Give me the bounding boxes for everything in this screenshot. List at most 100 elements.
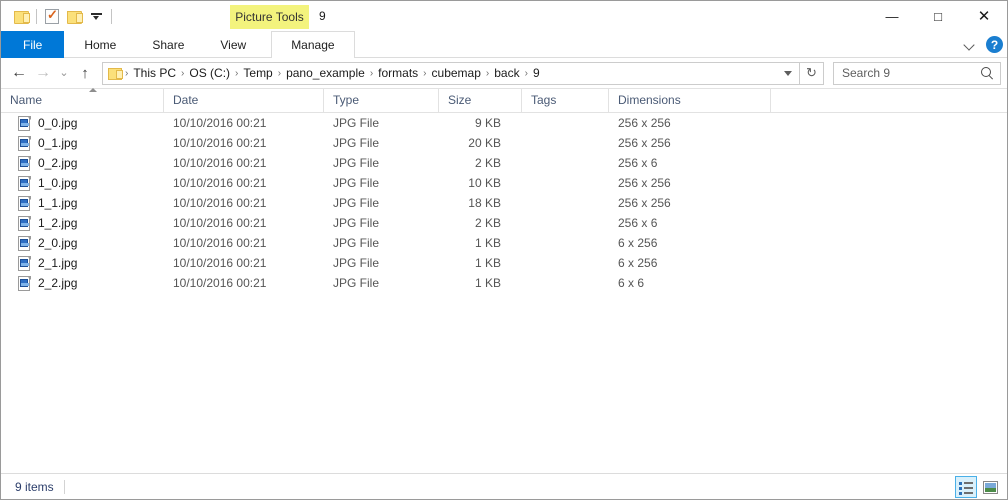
explorer-folder-icon[interactable] <box>10 5 32 27</box>
file-name-cell[interactable]: 2_1.jpg <box>1 255 164 271</box>
file-type-cell: JPG File <box>324 136 439 150</box>
breadcrumb-item-back[interactable]: back <box>490 64 523 82</box>
refresh-button[interactable]: ↻ <box>800 61 824 85</box>
breadcrumb-item-pano-example[interactable]: pano_example <box>282 64 369 82</box>
tab-view[interactable]: View <box>202 31 264 58</box>
column-header-date[interactable]: Date <box>164 88 324 113</box>
column-headers: Name Date Type Size Tags Dimensions <box>1 88 1007 113</box>
file-type-label: JPG File <box>333 176 380 190</box>
table-row[interactable]: 2_1.jpg 10/10/2016 00:21 JPG File 1 KB 6… <box>1 253 1007 273</box>
folder-icon <box>13 10 30 24</box>
file-date-cell: 10/10/2016 00:21 <box>164 176 324 190</box>
file-name-cell[interactable]: 0_2.jpg <box>1 155 164 171</box>
column-header-dimensions[interactable]: Dimensions <box>609 88 771 113</box>
file-date-label: 10/10/2016 00:21 <box>173 236 267 250</box>
breadcrumb-item-cubemap[interactable]: cubemap <box>428 64 485 82</box>
qat-separator-2 <box>111 8 112 24</box>
maximize-button[interactable]: □ <box>915 1 961 31</box>
file-name-cell[interactable]: 0_1.jpg <box>1 135 164 151</box>
file-size-cell: 1 KB <box>439 236 522 250</box>
column-header-name[interactable]: Name <box>1 88 164 113</box>
table-row[interactable]: 0_1.jpg 10/10/2016 00:21 JPG File 20 KB … <box>1 133 1007 153</box>
file-date-cell: 10/10/2016 00:21 <box>164 276 324 290</box>
window-controls: — □ ✕ <box>869 1 1007 31</box>
search-input[interactable] <box>842 66 980 80</box>
breadcrumb[interactable]: › This PC › OS (C:) › Temp › pano_exampl… <box>102 61 800 85</box>
file-type-label: JPG File <box>333 116 380 130</box>
file-date-cell: 10/10/2016 00:21 <box>164 256 324 270</box>
properties-button[interactable] <box>41 5 63 27</box>
file-list-pane: Name Date Type Size Tags Dimensions 0_0.… <box>1 88 1007 473</box>
customize-dropdown-icon <box>90 11 102 22</box>
file-type-cell: JPG File <box>324 116 439 130</box>
file-size-cell: 1 KB <box>439 256 522 270</box>
column-header-type[interactable]: Type <box>324 88 439 113</box>
file-date-label: 10/10/2016 00:21 <box>173 196 267 210</box>
file-size-cell: 20 KB <box>439 136 522 150</box>
breadcrumb-dropdown-icon[interactable] <box>779 63 797 84</box>
tab-manage[interactable]: Manage <box>271 31 355 58</box>
table-row[interactable]: 2_0.jpg 10/10/2016 00:21 JPG File 1 KB 6… <box>1 233 1007 253</box>
breadcrumb-item-this-pc[interactable]: This PC <box>129 64 180 82</box>
file-type-cell: JPG File <box>324 236 439 250</box>
close-button[interactable]: ✕ <box>961 1 1007 31</box>
table-row[interactable]: 0_2.jpg 10/10/2016 00:21 JPG File 2 KB 2… <box>1 153 1007 173</box>
new-folder-icon <box>66 10 83 24</box>
file-name-cell[interactable]: 1_1.jpg <box>1 195 164 211</box>
file-name-cell[interactable]: 2_2.jpg <box>1 275 164 291</box>
file-type-label: JPG File <box>333 236 380 250</box>
file-date-cell: 10/10/2016 00:21 <box>164 216 324 230</box>
file-date-label: 10/10/2016 00:21 <box>173 216 267 230</box>
table-row[interactable]: 0_0.jpg 10/10/2016 00:21 JPG File 9 KB 2… <box>1 113 1007 133</box>
up-button[interactable]: ↑ <box>73 61 97 85</box>
breadcrumb-item-9[interactable]: 9 <box>529 64 544 82</box>
file-type-label: JPG File <box>333 156 380 170</box>
new-folder-button[interactable] <box>63 5 85 27</box>
details-view-button[interactable] <box>955 476 977 498</box>
file-dimensions-label: 256 x 256 <box>618 116 671 130</box>
file-date-label: 10/10/2016 00:21 <box>173 136 267 150</box>
view-mode-buttons <box>955 474 1001 500</box>
item-count-label: 9 items <box>15 479 54 494</box>
back-button[interactable]: ← <box>7 61 31 85</box>
tab-home[interactable]: Home <box>66 31 134 58</box>
breadcrumb-item-temp[interactable]: Temp <box>239 64 276 82</box>
file-type-label: JPG File <box>333 276 380 290</box>
file-size-cell: 1 KB <box>439 276 522 290</box>
file-name-cell[interactable]: 1_0.jpg <box>1 175 164 191</box>
file-size-label: 1 KB <box>474 236 501 250</box>
file-name-cell[interactable]: 2_0.jpg <box>1 235 164 251</box>
file-dimensions-label: 256 x 6 <box>618 156 658 170</box>
minimize-button[interactable]: — <box>869 1 915 31</box>
table-row[interactable]: 1_2.jpg 10/10/2016 00:21 JPG File 2 KB 2… <box>1 213 1007 233</box>
breadcrumb-folder-icon <box>108 67 123 80</box>
file-date-cell: 10/10/2016 00:21 <box>164 116 324 130</box>
file-name-label: 0_1.jpg <box>38 136 78 150</box>
file-name-cell[interactable]: 0_0.jpg <box>1 115 164 131</box>
chevron-down-icon[interactable] <box>962 37 978 53</box>
large-icons-view-icon <box>982 480 998 494</box>
large-icons-view-button[interactable] <box>979 476 1001 498</box>
ribbon-tab-strip: File Home Share View Manage ? <box>1 31 1007 58</box>
column-header-tags[interactable]: Tags <box>522 88 609 113</box>
file-name-cell[interactable]: 1_2.jpg <box>1 215 164 231</box>
table-row[interactable]: 2_2.jpg 10/10/2016 00:21 JPG File 1 KB 6… <box>1 273 1007 293</box>
customize-qat-button[interactable] <box>85 5 107 27</box>
table-row[interactable]: 1_1.jpg 10/10/2016 00:21 JPG File 18 KB … <box>1 193 1007 213</box>
table-row[interactable]: 1_0.jpg 10/10/2016 00:21 JPG File 10 KB … <box>1 173 1007 193</box>
file-type-cell: JPG File <box>324 156 439 170</box>
search-icon[interactable] <box>980 66 994 80</box>
file-size-label: 18 KB <box>468 196 501 210</box>
file-size-label: 20 KB <box>468 136 501 150</box>
column-header-size[interactable]: Size <box>439 88 522 113</box>
breadcrumb-item-formats[interactable]: formats <box>374 64 422 82</box>
help-icon[interactable]: ? <box>986 36 1003 53</box>
tab-share[interactable]: Share <box>134 31 202 58</box>
forward-button[interactable]: → <box>31 61 55 85</box>
jpg-file-icon <box>18 155 31 171</box>
breadcrumb-item-os-c[interactable]: OS (C:) <box>185 64 234 82</box>
search-box[interactable] <box>833 61 1001 85</box>
recent-locations-button[interactable]: ⌄ <box>55 61 73 85</box>
tab-file[interactable]: File <box>1 31 65 58</box>
ribbon-right-controls: ? <box>962 31 1003 58</box>
